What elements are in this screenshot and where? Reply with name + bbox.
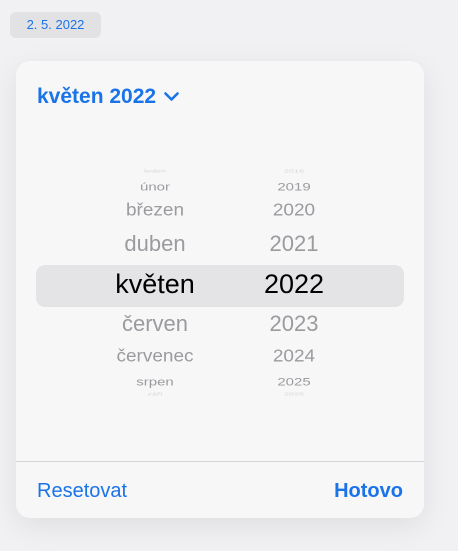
year-wheel-item[interactable]: 2025 — [194, 376, 394, 388]
year-wheel-item[interactable]: 2024 — [194, 347, 394, 367]
chevron-down-icon — [164, 92, 179, 102]
year-wheel-item[interactable]: 2020 — [194, 201, 394, 221]
date-picker-panel: květen 2022 leden únor březen duben květ… — [16, 61, 424, 518]
reset-button[interactable]: Resetovat — [37, 480, 127, 503]
footer-divider — [16, 461, 424, 462]
year-wheel-item[interactable]: 2021 — [194, 231, 394, 257]
year-wheel-item[interactable]: 2019 — [194, 181, 394, 193]
date-chip[interactable]: 2. 5. 2022 — [10, 12, 101, 38]
year-wheel[interactable]: 2018 2019 2020 2021 2022 2023 2024 2025 … — [194, 169, 394, 401]
year-wheel-item[interactable]: 2026 — [194, 392, 394, 397]
month-year-label: květen 2022 — [37, 85, 157, 108]
year-wheel-item[interactable]: 2022 — [194, 269, 394, 300]
year-wheel-item[interactable]: 2018 — [194, 169, 394, 174]
month-year-toggle-button[interactable]: květen 2022 — [37, 83, 179, 111]
date-wheel-picker[interactable]: leden únor březen duben květen červen če… — [16, 169, 424, 401]
year-wheel-item[interactable]: 2023 — [194, 311, 394, 337]
done-button[interactable]: Hotovo — [334, 480, 403, 503]
